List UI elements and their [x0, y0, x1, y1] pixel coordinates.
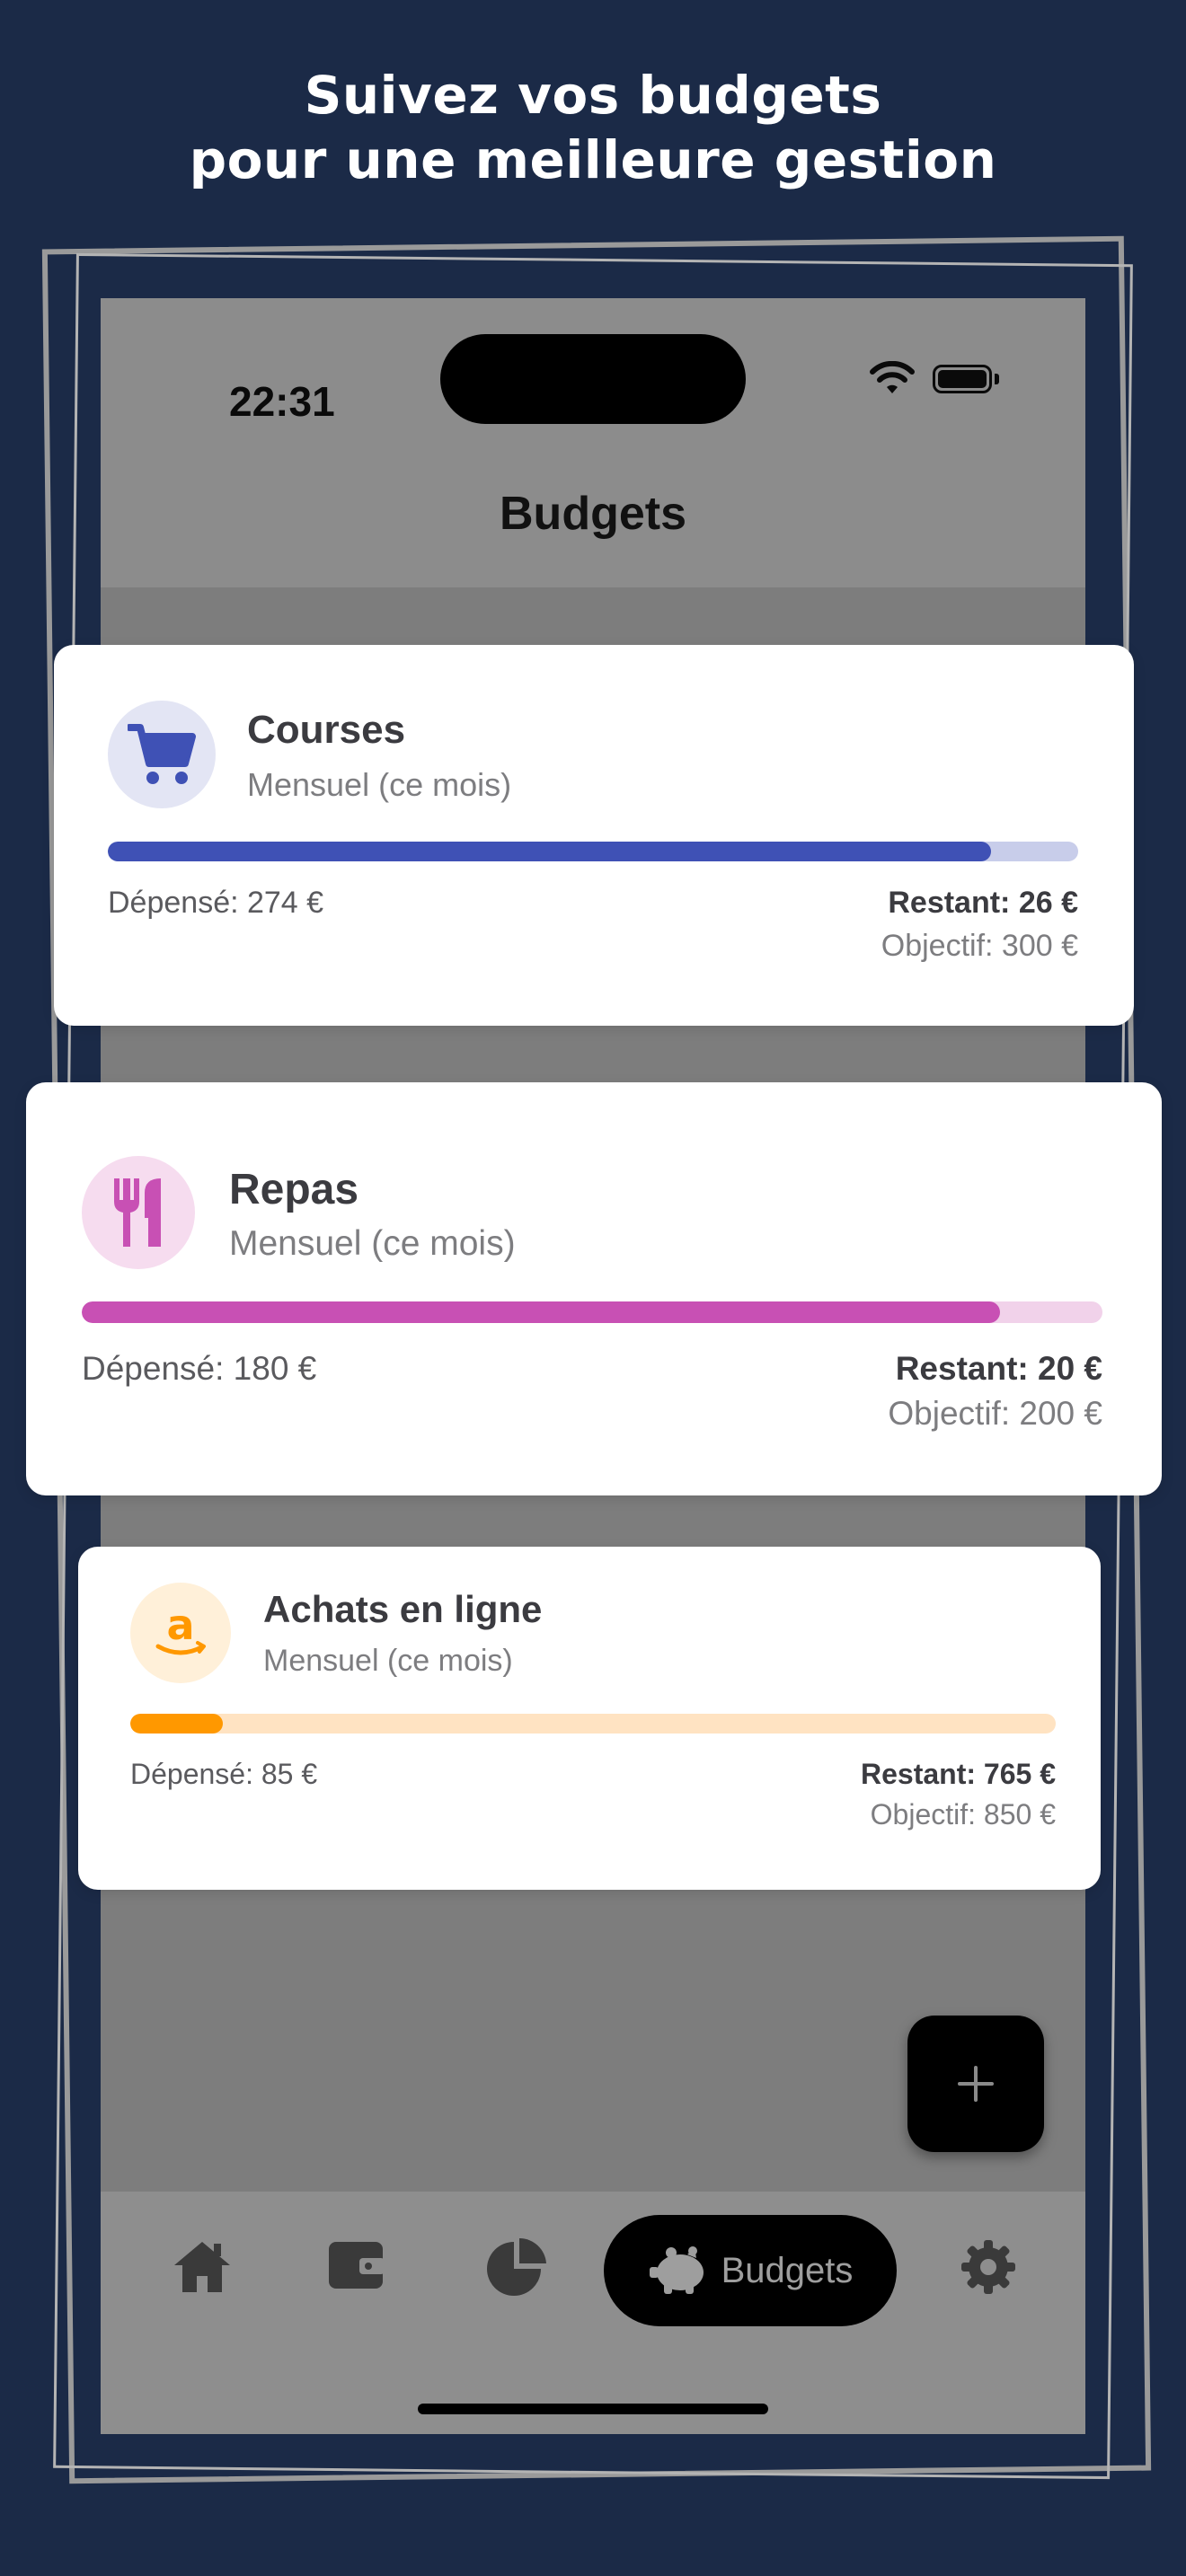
status-time: 22:31 [229, 378, 335, 425]
svg-text:a: a [166, 1601, 194, 1649]
add-budget-button[interactable] [907, 2016, 1044, 2152]
battery-icon [933, 365, 992, 393]
budget-card-courses[interactable]: Courses Mensuel (ce mois) Dépensé: 274 €… [54, 645, 1134, 1026]
budget-period: Mensuel (ce mois) [247, 766, 512, 803]
home-icon[interactable] [171, 2238, 234, 2296]
dynamic-island [440, 334, 746, 424]
wifi-icon [870, 361, 915, 393]
budget-name: Courses [247, 708, 406, 752]
piggy-bank-icon [649, 2246, 704, 2294]
budget-period: Mensuel (ce mois) [263, 1644, 513, 1678]
budget-spent: Dépensé: 180 € [82, 1350, 317, 1387]
headline-line-2: pour une meilleure gestion [189, 129, 997, 190]
amazon-icon: a [130, 1583, 231, 1683]
restaurant-icon [82, 1156, 195, 1269]
budget-card-repas[interactable]: Repas Mensuel (ce mois) Dépensé: 180 € R… [26, 1082, 1162, 1495]
budget-progress-bar [130, 1714, 1056, 1734]
page-title: Budgets [500, 488, 686, 540]
budget-period: Mensuel (ce mois) [229, 1224, 516, 1263]
headline-line-1: Suivez vos budgets [304, 65, 882, 126]
home-indicator [418, 2404, 768, 2414]
budget-name: Achats en ligne [263, 1588, 543, 1630]
budget-progress-fill [130, 1714, 223, 1734]
budget-progress-fill [108, 842, 991, 861]
budget-progress-bar [82, 1301, 1102, 1323]
plus-icon [958, 2066, 994, 2102]
headline: Suivez vos budgets pour une meilleure ge… [0, 63, 1186, 192]
budget-card-achats-en-ligne[interactable]: a Achats en ligne Mensuel (ce mois) Dépe… [78, 1547, 1101, 1890]
nav-item-budgets-label: Budgets [721, 2250, 854, 2290]
budget-progress-fill [82, 1301, 1001, 1323]
budget-progress-bar [108, 842, 1078, 861]
budget-spent: Dépensé: 85 € [130, 1758, 318, 1790]
shopping-cart-icon [108, 701, 216, 808]
nav-item-budgets[interactable]: Budgets [604, 2215, 897, 2326]
budget-remaining: Restant: 26 € [888, 886, 1078, 920]
bottom-navigation [101, 2192, 1085, 2434]
budget-goal: Objectif: 200 € [888, 1395, 1102, 1432]
budget-remaining: Restant: 765 € [861, 1758, 1056, 1790]
pie-chart-icon[interactable] [487, 2238, 548, 2296]
budget-name: Repas [229, 1166, 359, 1213]
wallet-icon[interactable] [327, 2238, 385, 2292]
budget-goal: Objectif: 300 € [881, 929, 1078, 963]
budget-goal: Objectif: 850 € [870, 1798, 1056, 1831]
gear-icon[interactable] [960, 2238, 1017, 2296]
budget-spent: Dépensé: 274 € [108, 886, 324, 920]
budget-remaining: Restant: 20 € [895, 1350, 1102, 1387]
